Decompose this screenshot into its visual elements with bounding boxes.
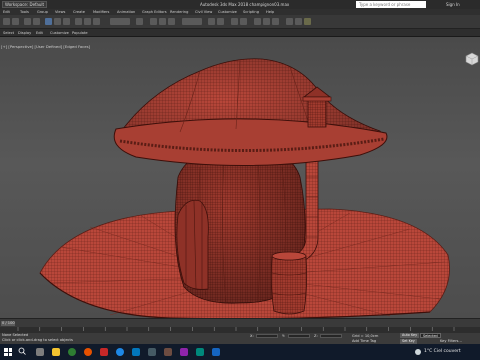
edge-icon[interactable]	[116, 348, 124, 356]
photoshop-icon[interactable]	[180, 348, 188, 356]
media-app-icon[interactable]	[100, 348, 108, 356]
search-input[interactable]: Type a keyword or phrase	[356, 1, 426, 8]
x-coordinate-field[interactable]	[256, 334, 278, 338]
weather-text[interactable]: 1°C Ciel couvert	[424, 349, 461, 354]
app-icon[interactable]	[196, 348, 204, 356]
menu-item-views[interactable]: Views	[55, 10, 65, 14]
sign-in-link[interactable]: Sign In	[446, 2, 460, 7]
tab-display[interactable]: Display	[18, 31, 31, 35]
task-view-icon[interactable]	[36, 348, 44, 356]
workspace-label: Workspace: Default	[5, 2, 45, 7]
tab-customize[interactable]: Customize	[50, 31, 69, 35]
snap-icon[interactable]	[150, 18, 157, 25]
time-slider[interactable]: 0 / 100	[1, 321, 15, 326]
move-icon[interactable]	[75, 18, 82, 25]
layer-explorer-icon[interactable]	[240, 18, 247, 25]
firefox-icon[interactable]	[84, 348, 92, 356]
tab-populate[interactable]: Populate	[72, 31, 88, 35]
word-icon[interactable]	[212, 348, 220, 356]
menu-item-tools[interactable]: Tools	[20, 10, 29, 14]
select-by-name-icon[interactable]	[54, 18, 61, 25]
redo-icon[interactable]	[12, 18, 19, 25]
reference-coordinate-dropdown[interactable]	[110, 18, 130, 25]
menu-item-edit[interactable]: Edit	[3, 10, 10, 14]
rendered-frame-icon[interactable]	[295, 18, 302, 25]
link-icon[interactable]	[24, 18, 31, 25]
mirror-icon[interactable]	[208, 18, 215, 25]
title-bar: Workspace: Default Autodesk 3ds Max 2018…	[0, 0, 480, 9]
main-toolbar	[0, 15, 480, 29]
selection-region-icon[interactable]	[63, 18, 70, 25]
viewcube-icon[interactable]	[464, 52, 480, 66]
windows-taskbar: 1°C Ciel couvert	[0, 344, 480, 360]
menu-item-group[interactable]: Group	[37, 10, 48, 14]
menu-item-modifiers[interactable]: Modifiers	[93, 10, 109, 14]
percent-snap-icon[interactable]	[168, 18, 175, 25]
windows-start-icon[interactable]	[4, 348, 12, 356]
selection-info: None Selected	[2, 333, 29, 337]
pivot-icon[interactable]	[136, 18, 143, 25]
menu-item-scripting[interactable]: Scripting	[243, 10, 259, 14]
material-editor-icon[interactable]	[272, 18, 279, 25]
3dsmax-taskbar-icon[interactable]	[148, 348, 156, 356]
mushroom-house-model	[39, 58, 450, 318]
auto-key-button[interactable]: Auto Key	[400, 333, 420, 338]
grid-size: Grid = 10,0cm	[352, 334, 379, 338]
store-icon[interactable]	[132, 348, 140, 356]
schematic-view-icon[interactable]	[263, 18, 270, 25]
rotate-icon[interactable]	[84, 18, 91, 25]
status-bar: None Selected Click or click-and-drag to…	[0, 333, 480, 344]
z-label: Z:	[314, 334, 318, 338]
menu-item-civil-view[interactable]: Civil View	[195, 10, 212, 14]
tab-select[interactable]: Select	[3, 31, 14, 35]
search-icon[interactable]	[18, 347, 26, 356]
y-label: Y:	[282, 334, 285, 338]
weather-icon	[415, 349, 421, 355]
workspace-selector[interactable]: Workspace: Default	[2, 1, 48, 8]
scene-explorer-icon[interactable]	[231, 18, 238, 25]
menu-item-create[interactable]: Create	[73, 10, 85, 14]
z-coordinate-field[interactable]	[320, 334, 342, 338]
ribbon-tabs: Select Display Edit Customize Populate	[0, 29, 480, 37]
perspective-viewport[interactable]	[0, 37, 480, 318]
chrome-icon[interactable]	[68, 348, 76, 356]
mushroom-cap	[113, 58, 388, 166]
menu-item-help[interactable]: Help	[266, 10, 274, 14]
named-selection-dropdown[interactable]	[182, 18, 202, 25]
curve-editor-icon[interactable]	[254, 18, 261, 25]
angle-snap-icon[interactable]	[159, 18, 166, 25]
file-explorer-icon[interactable]	[52, 348, 60, 356]
align-icon[interactable]	[217, 18, 224, 25]
menu-item-animation[interactable]: Animation	[117, 10, 135, 14]
render-icon[interactable]	[304, 18, 311, 25]
add-time-tag[interactable]: Add Time Tag	[352, 339, 376, 343]
unlink-icon[interactable]	[33, 18, 40, 25]
x-label: X:	[250, 334, 254, 338]
barrel	[270, 251, 308, 315]
menu-item-graph-editors[interactable]: Graph Editors	[142, 10, 167, 14]
status-prompt: Click or click-and-drag to select object…	[2, 338, 73, 342]
image-viewer-icon[interactable]	[164, 348, 172, 356]
timeline[interactable]: 0 / 100	[0, 318, 480, 327]
viewport-label[interactable]: [+] [Perspective] [User Defined] [Edged …	[1, 44, 90, 49]
tab-edit[interactable]: Edit	[36, 31, 43, 35]
selection-set-dropdown[interactable]: Selected	[420, 333, 441, 338]
key-filters-button[interactable]: Key Filters...	[440, 339, 462, 343]
menu-item-customize[interactable]: Customize	[218, 10, 237, 14]
window-title: Autodesk 3ds Max 2018 champignon03.max	[200, 2, 290, 7]
scale-icon[interactable]	[93, 18, 100, 25]
y-coordinate-field[interactable]	[288, 334, 310, 338]
menu-item-rendering[interactable]: Rendering	[170, 10, 188, 14]
select-icon[interactable]	[45, 18, 52, 25]
render-setup-icon[interactable]	[286, 18, 293, 25]
undo-icon[interactable]	[3, 18, 10, 25]
